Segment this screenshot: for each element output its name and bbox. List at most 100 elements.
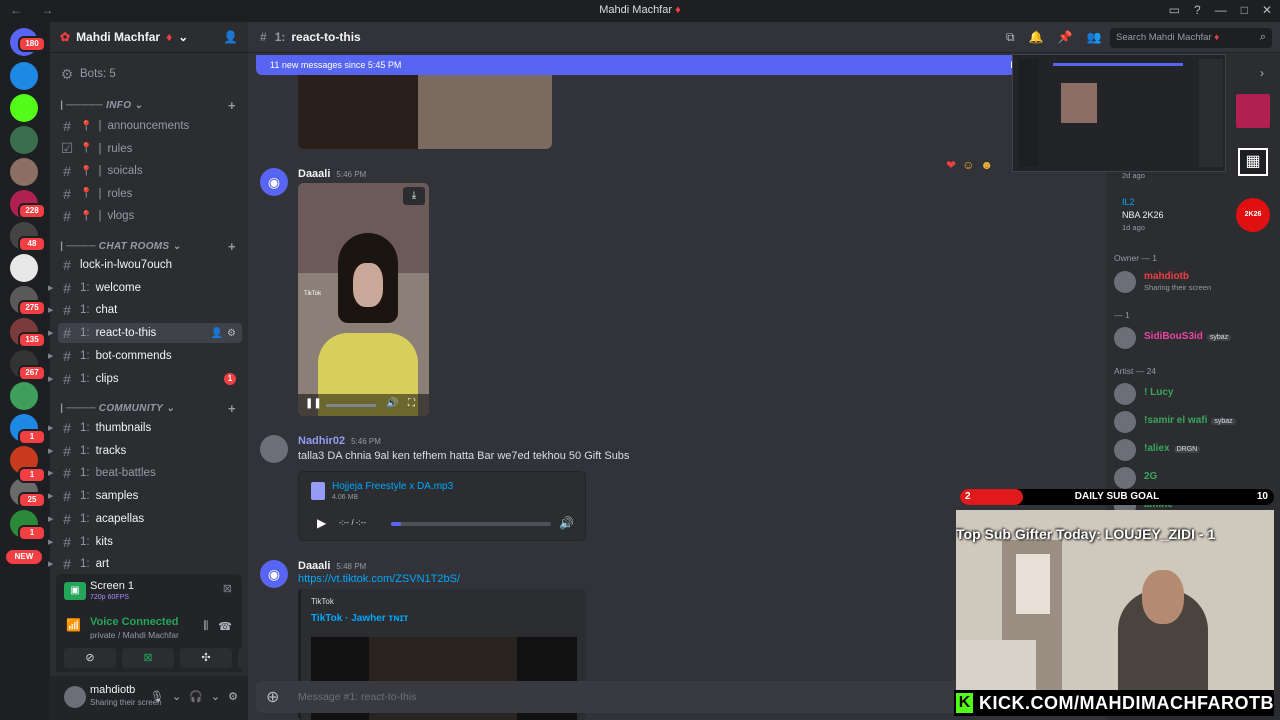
category-info[interactable]: | ───── INFO ⌄ + (60, 98, 236, 113)
avatar[interactable]: ◉ (260, 168, 288, 196)
headphones-icon[interactable]: 🎧 (189, 690, 203, 703)
expand-arrow-icon[interactable]: ▶ (48, 375, 53, 383)
add-channel-icon[interactable]: + (228, 98, 236, 113)
channel-item[interactable]: # 📍 | roles (58, 184, 242, 204)
add-channel-icon[interactable]: + (228, 239, 236, 254)
channel-item[interactable]: ▶ #1: react-to-this 👤 ⚙ (48, 323, 242, 344)
avatar[interactable] (64, 686, 86, 708)
chevron-down-icon[interactable]: ⌄ (172, 690, 181, 703)
member-row[interactable]: mahdiotb Sharing their screen (1114, 269, 1274, 293)
server-header[interactable]: ✿ Mahdi Machfar ♦ ⌄ 👤 (50, 22, 248, 53)
members-icon[interactable]: 👥 (1086, 30, 1101, 45)
threads-icon[interactable]: ⧉ (1006, 30, 1015, 45)
avatar[interactable]: ◉ (260, 560, 288, 588)
inbox-icon[interactable]: ▭ (1169, 3, 1180, 17)
settings-gear-icon[interactable]: ⚙ (227, 328, 236, 339)
add-attachment-icon[interactable]: ⊕ (266, 687, 279, 707)
channel-item[interactable]: ▶ #1: clips 1 (48, 369, 242, 389)
server-icon[interactable] (10, 382, 38, 410)
member-row[interactable]: !aliex DRGN (1114, 437, 1274, 461)
server-icon[interactable] (10, 254, 38, 282)
new-messages-bar[interactable]: 11 new messages since 5:45 PM M (256, 55, 1026, 75)
channel-item[interactable]: ▶ #1: chat (48, 300, 242, 320)
avatar[interactable] (260, 435, 288, 463)
channel-item[interactable]: # lock-in-lwou7ouch (58, 255, 242, 275)
expand-arrow-icon[interactable]: ▶ (48, 329, 53, 337)
fullscreen-icon[interactable]: ⛶ (408, 398, 415, 409)
category-chat-rooms[interactable]: | ──── CHAT ROOMS ⌄ + (60, 239, 236, 254)
channel-item[interactable]: ▶ #1: tracks (48, 441, 242, 461)
embed-title[interactable]: TikTok · Jawher ᴛɴɪᴛ (311, 613, 408, 624)
channel-item[interactable]: # 📍 | soicals (58, 161, 242, 181)
audio-progress[interactable] (391, 522, 551, 526)
expand-arrow-icon[interactable]: ▶ (48, 515, 53, 523)
expand-arrow-icon[interactable]: ▶ (48, 560, 53, 568)
invite-icon[interactable]: 👤 (211, 328, 223, 339)
expand-arrow-icon[interactable]: ▶ (48, 284, 53, 292)
expand-arrow-icon[interactable]: ▶ (48, 492, 53, 500)
maximize-button[interactable]: □ (1241, 3, 1248, 17)
member-row[interactable]: SidiBouS3id sybaz (1114, 325, 1274, 349)
expand-arrow-icon[interactable]: ▶ (48, 424, 53, 432)
close-button[interactable]: ✕ (1262, 3, 1272, 17)
activities-button[interactable]: ✣ (180, 648, 232, 668)
channel-item[interactable]: # 📍 | vlogs (58, 206, 242, 226)
message-author[interactable]: Daaali 5:46 PM (298, 168, 366, 180)
channel-item[interactable]: ▶ #1: bot-commends (48, 346, 242, 366)
channel-item[interactable]: ▶ #1: samples (48, 486, 242, 506)
disconnect-icon[interactable]: ☎ (218, 620, 232, 633)
server-icon[interactable] (10, 62, 38, 90)
image-attachment[interactable] (298, 75, 552, 149)
expand-arrow-icon[interactable]: ▶ (48, 538, 53, 546)
add-user-icon[interactable]: 👤 (223, 30, 238, 44)
camera-button[interactable]: ⊘ (64, 648, 116, 668)
signal-icon[interactable]: 📶 (66, 618, 81, 632)
add-channel-icon[interactable]: + (228, 401, 236, 416)
expand-arrow-icon[interactable]: ▶ (48, 352, 53, 360)
server-icon[interactable] (10, 158, 38, 186)
expand-arrow-icon[interactable]: ▶ (48, 469, 53, 477)
channel-item[interactable]: ▶ #1: beat-battles (48, 463, 242, 483)
category-community[interactable]: | ──── COMMUNITY ⌄ + (60, 401, 236, 416)
expand-arrow-icon[interactable]: ▶ (48, 306, 53, 314)
expand-arrow-icon[interactable]: ▶ (48, 447, 53, 455)
channel-item[interactable]: ▶ #1: kits (48, 532, 242, 552)
microphone-icon[interactable]: 🎙 (150, 690, 164, 703)
close-stream-icon[interactable]: ⊠ (223, 582, 232, 595)
volume-icon[interactable]: 🔊 (386, 398, 398, 409)
volume-icon[interactable]: 🔊 (559, 516, 574, 530)
download-icon[interactable]: ⤓ (403, 187, 425, 205)
chevron-down-icon[interactable]: ⌄ (211, 690, 220, 703)
server-icon[interactable] (10, 94, 38, 122)
pin-icon[interactable]: 📌 (1058, 30, 1073, 45)
pause-icon[interactable]: ❚❚ (305, 398, 322, 409)
message-author[interactable]: Nadhir02 5:46 PM (298, 435, 381, 447)
video-progress[interactable] (326, 404, 376, 407)
channel-item[interactable]: # 📍 | announcements (58, 116, 242, 136)
member-row[interactable]: 2G (1114, 465, 1274, 489)
server-icon[interactable] (10, 126, 38, 154)
channel-item[interactable]: ☑ 📍 | rules (58, 139, 242, 159)
channel-item[interactable]: ▶ #1: acapellas (48, 509, 242, 529)
message-author[interactable]: Daaali 5:48 PM (298, 560, 366, 572)
laugh-icon[interactable]: ☺ (962, 158, 974, 172)
bell-icon[interactable]: 🔔 (1029, 30, 1044, 45)
channel-item[interactable]: ▶ #1: art (48, 554, 242, 574)
heart-icon[interactable]: ❤ (946, 158, 956, 172)
channel-item[interactable]: ▶ #1: welcome (48, 278, 242, 298)
stream-preview[interactable] (1012, 54, 1226, 172)
audio-filename[interactable]: Hojjeja Freestyle x DA.mp3 (332, 481, 453, 492)
chevron-right-icon[interactable]: › (1260, 66, 1264, 80)
noise-suppression-icon[interactable]: ⫼ (203, 620, 208, 633)
member-row[interactable]: !samir el wafi sybaz (1114, 409, 1274, 433)
message-link[interactable]: https://vt.tiktok.com/ZSVN1T2bS/ (298, 573, 460, 585)
channel-item[interactable]: ▶ #1: thumbnails (48, 418, 242, 438)
help-icon[interactable]: ? (1194, 3, 1201, 17)
play-icon[interactable]: ▶ (317, 516, 326, 530)
video-attachment[interactable]: TikTok ⤓ ❚❚ 🔊 ⛶ (298, 183, 429, 416)
share-screen-button[interactable]: ⊠ (122, 648, 174, 668)
minimize-button[interactable]: — (1215, 3, 1227, 17)
settings-gear-icon[interactable]: ⚙ (228, 690, 238, 703)
search-input[interactable]: Search Mahdi Machfar ♦ ⌕ (1110, 28, 1272, 48)
member-row[interactable]: ! Lucy (1114, 381, 1274, 405)
